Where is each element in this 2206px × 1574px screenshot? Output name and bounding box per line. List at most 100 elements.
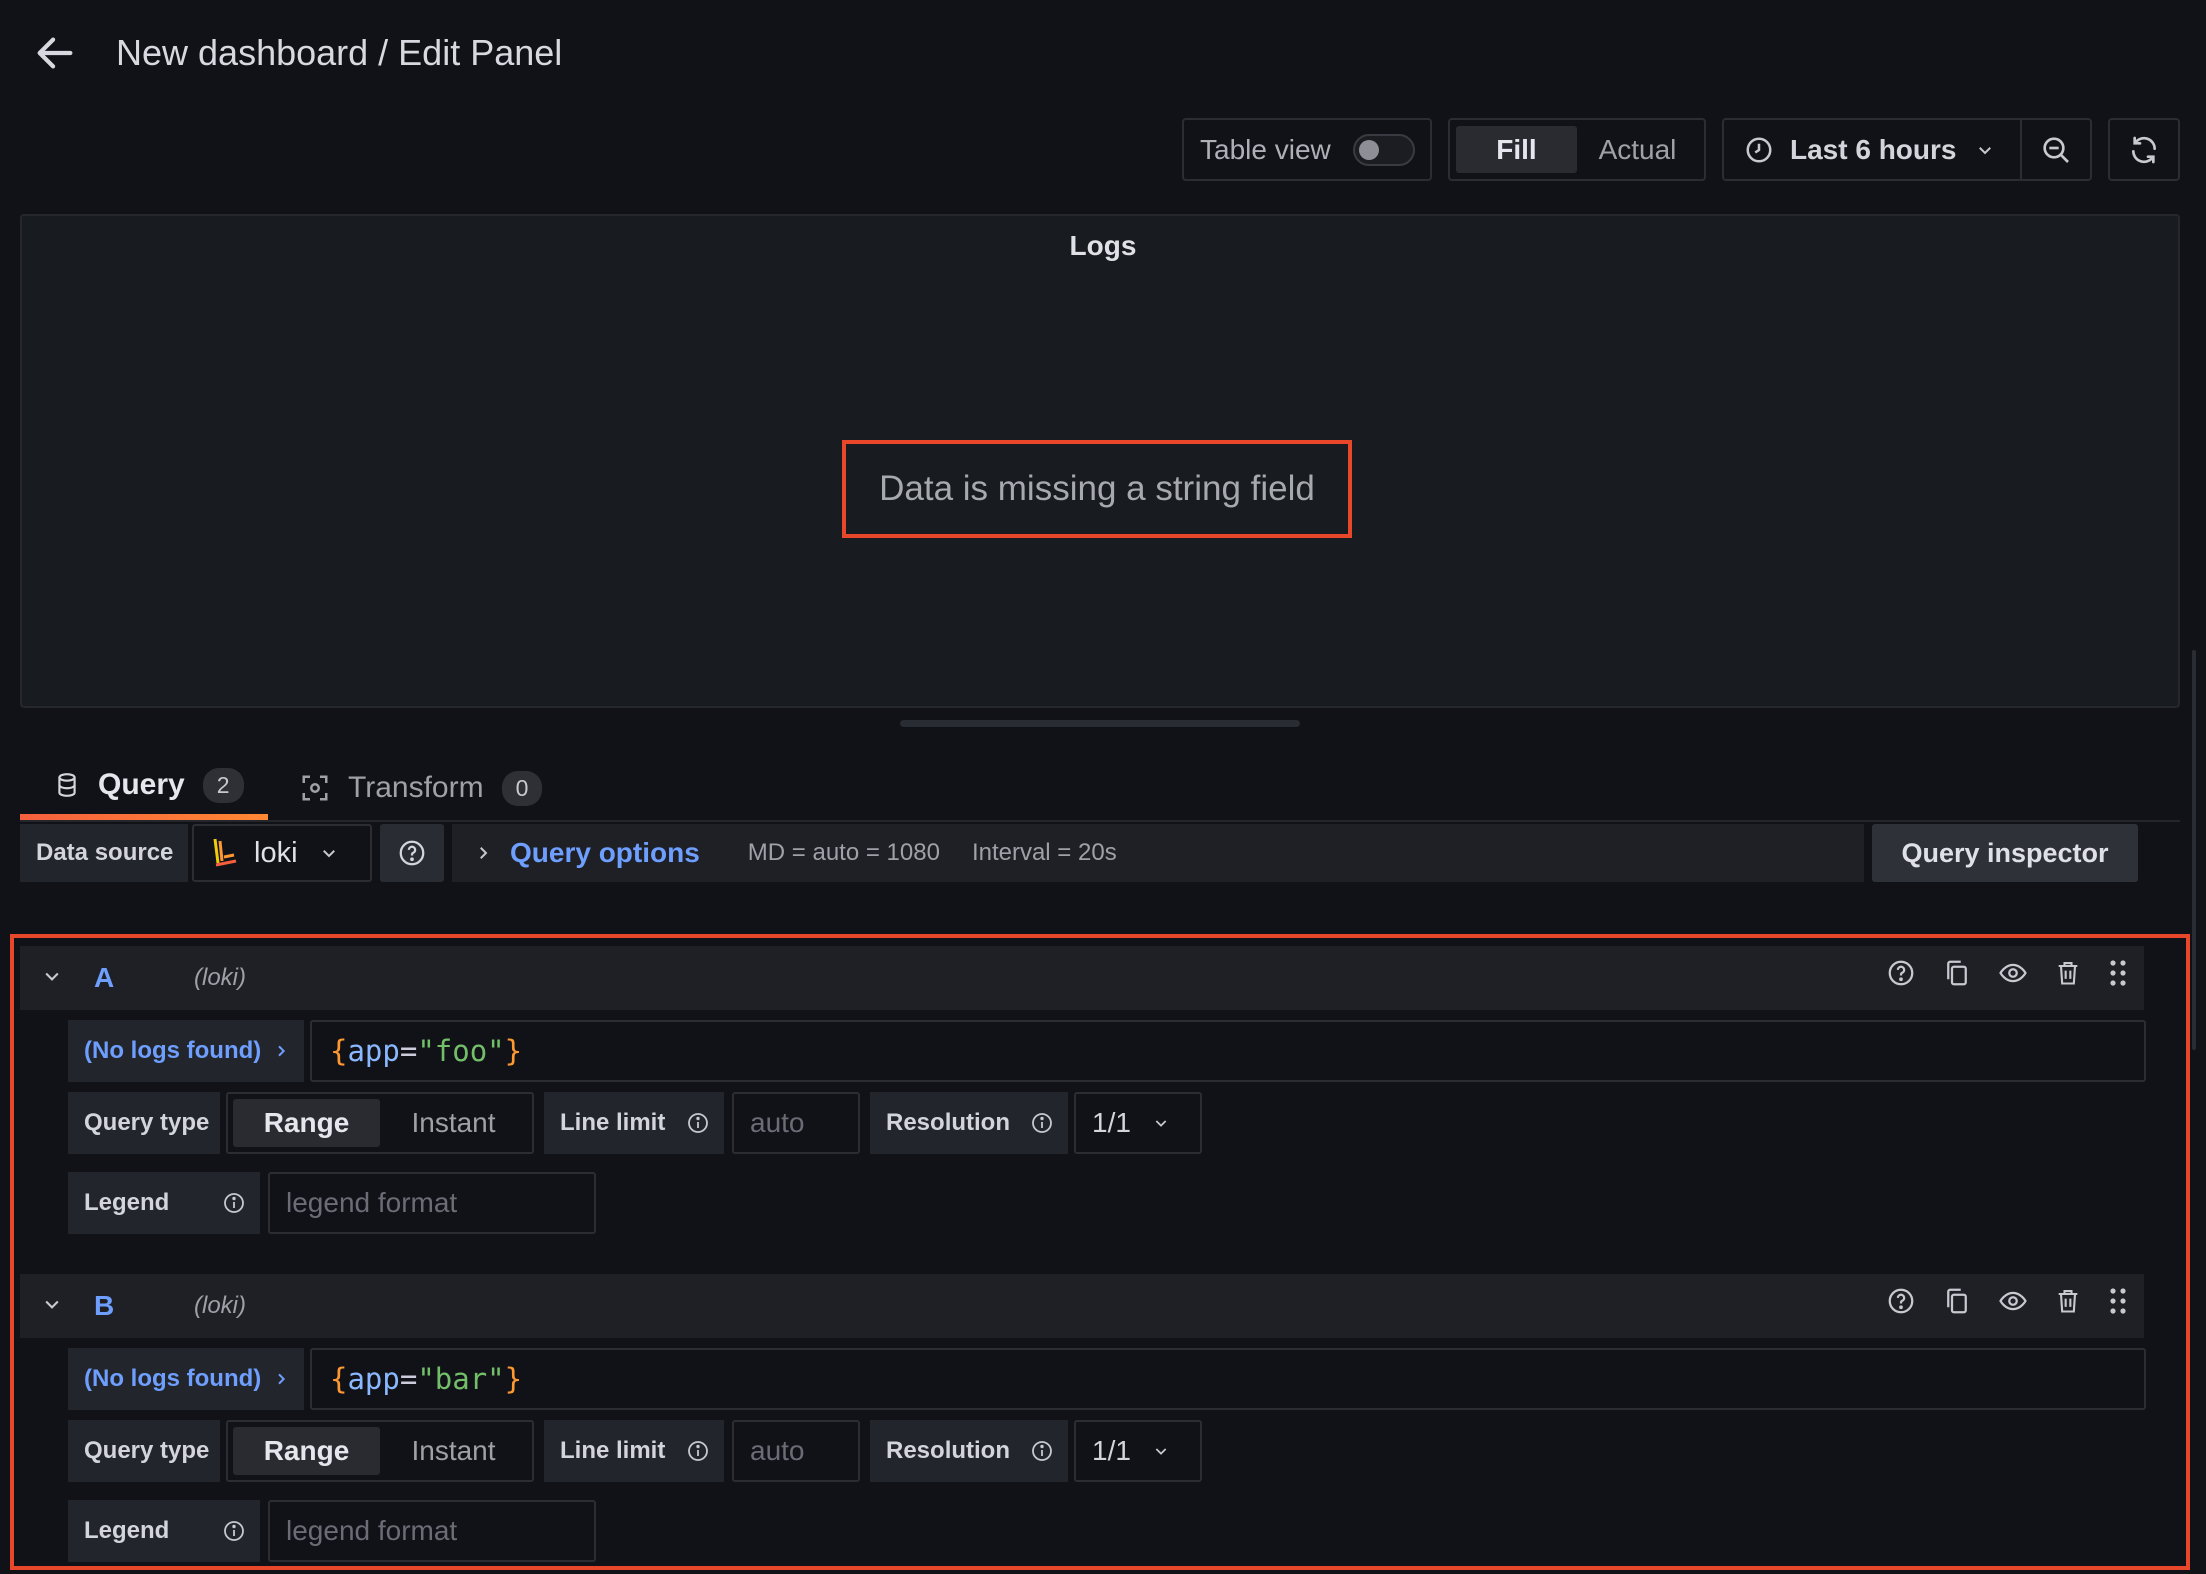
query-type-radio-group: Range Instant <box>226 1420 534 1482</box>
query-letter[interactable]: A <box>94 962 114 994</box>
chevron-right-icon[interactable] <box>474 844 492 862</box>
query-options-toggle[interactable]: Query options <box>510 837 700 869</box>
chevron-down-icon[interactable] <box>42 966 62 986</box>
resolution-label-box: Resolution <box>870 1420 1068 1482</box>
chevron-down-icon[interactable] <box>42 1294 62 1314</box>
toggle-query-visibility-button[interactable] <box>1998 1286 2028 1316</box>
datasource-picker[interactable]: loki <box>192 824 372 882</box>
chevron-down-icon <box>1155 1448 1167 1455</box>
resolution-value: 1/1 <box>1092 1435 1131 1466</box>
resolution-select[interactable]: 1/1 <box>1074 1420 1202 1482</box>
actual-button[interactable]: Actual <box>1577 126 1698 173</box>
drag-query-handle[interactable] <box>2108 1286 2128 1316</box>
duplicate-query-button[interactable] <box>1942 1286 1972 1316</box>
toggle-query-visibility-button[interactable] <box>1998 958 2028 988</box>
chevron-right-icon <box>278 1045 286 1057</box>
query-editor[interactable]: {app = "foo"} <box>310 1020 2146 1082</box>
table-view-switch[interactable] <box>1352 133 1415 166</box>
trash-icon <box>2058 962 2078 985</box>
query-header: A (loki) <box>20 946 2144 1010</box>
expr-operator: = <box>399 1362 418 1396</box>
info-icon <box>688 1441 708 1461</box>
arrow-left-icon <box>37 37 73 69</box>
datasource-help-button[interactable] <box>380 824 444 882</box>
resolution-label: Resolution <box>886 1109 1010 1136</box>
expr-close-brace: } <box>504 1362 523 1396</box>
tab-transform-label: Transform <box>348 771 484 804</box>
info-icon <box>1032 1113 1052 1133</box>
back-button[interactable] <box>32 30 78 76</box>
query-inspector-button[interactable]: Query inspector <box>1872 824 2138 882</box>
line-limit-label-box: Line limit <box>544 1420 724 1482</box>
eye-icon <box>1999 1291 2027 1311</box>
resolution-label: Resolution <box>886 1437 1010 1464</box>
remove-query-button[interactable] <box>2054 1286 2082 1316</box>
tab-query-count: 2 <box>202 767 244 803</box>
fill-button[interactable]: Fill <box>1456 126 1577 173</box>
query-type-instant[interactable]: Instant <box>380 1099 527 1147</box>
max-data-points-info: MD = auto = 1080 <box>747 839 940 866</box>
query-datasource: (loki) <box>194 964 246 991</box>
query-help-button[interactable] <box>1886 1286 1916 1316</box>
table-view-label: Table view <box>1200 133 1331 165</box>
resolution-select[interactable]: 1/1 <box>1074 1092 1202 1154</box>
legend-label: Legend <box>84 1517 170 1544</box>
legend-label-box: Legend <box>68 1172 260 1234</box>
scrollbar-thumb[interactable] <box>2192 650 2196 1050</box>
expr-label-key: app <box>347 1362 400 1396</box>
chevron-down-icon <box>1979 146 1992 154</box>
error-highlight: Data is missing a string field <box>842 440 1352 538</box>
chevron-down-icon <box>1155 1120 1167 1127</box>
question-circle-icon <box>1888 1288 1914 1314</box>
expr-open-brace: { <box>330 1362 348 1396</box>
panel-error-message: Data is missing a string field <box>879 469 1315 508</box>
info-icon <box>1032 1441 1052 1461</box>
resolution-value: 1/1 <box>1092 1107 1131 1138</box>
query-editor[interactable]: {app = "bar"} <box>310 1348 2146 1410</box>
query-type-radio-group: Range Instant <box>226 1092 534 1154</box>
query-type-label: Query type <box>84 1437 210 1464</box>
eye-icon <box>1999 963 2027 983</box>
zoom-out-button[interactable] <box>2020 118 2092 181</box>
query-letter[interactable]: B <box>94 1290 114 1322</box>
refresh-button[interactable] <box>2108 118 2180 181</box>
log-browser-status: (No logs found) <box>84 1037 262 1064</box>
legend-label: Legend <box>84 1189 170 1216</box>
remove-query-button[interactable] <box>2054 958 2082 988</box>
log-browser-button[interactable]: (No logs found) <box>68 1020 304 1082</box>
line-limit-label: Line limit <box>560 1109 666 1136</box>
tab-query[interactable]: Query 2 <box>20 756 268 820</box>
drag-query-handle[interactable] <box>2108 958 2128 988</box>
datasource-name: loki <box>254 836 298 869</box>
query-actions <box>1886 1286 2128 1316</box>
database-icon <box>58 773 76 797</box>
duplicate-query-button[interactable] <box>1942 958 1972 988</box>
chevron-right-icon <box>278 1373 286 1385</box>
tab-transform-count: 0 <box>501 770 543 806</box>
time-range-picker[interactable]: Last 6 hours <box>1722 118 2022 181</box>
legend-format-input[interactable]: legend format <box>268 1172 596 1234</box>
query-type-range[interactable]: Range <box>233 1427 380 1475</box>
question-circle-icon <box>399 840 425 866</box>
datasource-label-box: Data source <box>20 824 188 882</box>
query-type-label-box: Query type <box>68 1092 220 1154</box>
query-help-button[interactable] <box>1886 958 1916 988</box>
question-circle-icon <box>1888 960 1914 986</box>
legend-format-input[interactable]: legend format <box>268 1500 596 1562</box>
copy-icon <box>1947 960 1967 986</box>
log-browser-button[interactable]: (No logs found) <box>68 1348 304 1410</box>
line-limit-input[interactable]: auto <box>732 1092 860 1154</box>
table-view-toggle-container: Table view <box>1182 118 1432 181</box>
transform-icon <box>302 775 328 801</box>
clock-icon <box>1746 137 1772 162</box>
query-type-label-box: Query type <box>68 1420 220 1482</box>
query-type-range[interactable]: Range <box>233 1099 380 1147</box>
query-header: B (loki) <box>20 1274 2144 1338</box>
query-type-label: Query type <box>84 1109 210 1136</box>
tab-transform[interactable]: Transform 0 <box>300 756 570 820</box>
datasource-label: Data source <box>36 839 174 866</box>
fill-actual-group: Fill Actual <box>1448 118 1706 181</box>
query-type-instant[interactable]: Instant <box>380 1427 527 1475</box>
panel-resize-handle[interactable] <box>900 720 1300 727</box>
line-limit-input[interactable]: auto <box>732 1420 860 1482</box>
